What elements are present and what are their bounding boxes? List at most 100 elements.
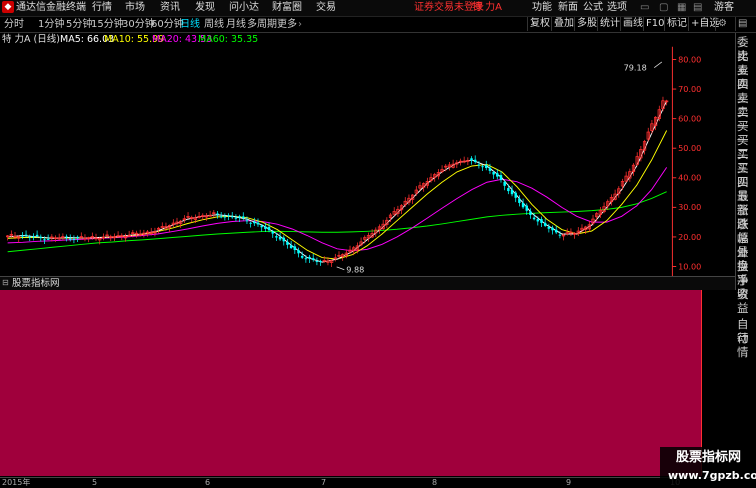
multi-stock-button[interactable]: 多股 <box>574 17 599 31</box>
period-tab-daily[interactable]: 日线 <box>180 18 200 31</box>
menu-item-discover[interactable]: 发现 <box>195 1 215 15</box>
candle-body <box>514 192 517 198</box>
menu-item-trade[interactable]: 交易 <box>316 1 336 15</box>
period-tab-intraday[interactable]: 分时 <box>4 18 24 31</box>
quote-panel-item: 收益 <box>737 287 749 315</box>
period-tab-monthly[interactable]: 月线 <box>226 18 246 31</box>
f10-button[interactable]: F10 <box>643 17 666 31</box>
price-tick-label: 70.00 <box>678 84 701 94</box>
candle-body <box>540 219 543 223</box>
menu-item-ask[interactable]: 问小达 <box>229 1 259 15</box>
candle-body <box>76 236 79 238</box>
kline-chart[interactable]: 80.00 70.00 60.00 50.00 40.00 30.00 20.00 10.00… <box>0 33 703 293</box>
candle-body <box>510 189 514 195</box>
draw-line-button[interactable]: 画线 <box>620 17 645 31</box>
candle-body <box>529 211 532 215</box>
toggle-panel-icon[interactable]: ▤ <box>735 17 749 31</box>
candle-body <box>525 205 528 211</box>
candle-body <box>532 217 536 220</box>
low-price-label: 9.88 <box>346 265 364 275</box>
candle-body <box>216 213 219 215</box>
candle-body <box>492 171 495 175</box>
candle-body <box>518 198 521 203</box>
period-tab-15min[interactable]: 15分钟 <box>91 18 124 31</box>
sub-indicator-panel[interactable] <box>0 290 701 476</box>
candle-body <box>315 261 319 263</box>
quote-side-panel: 委比 卖五 卖四 卖三 卖二 卖一 买一 买二 买三 买四 买五 最新 涨跌 涨幅 总量 外盘 换手 净资 收益 自动… <box>735 33 756 477</box>
period-tab-1min[interactable]: 1分钟 <box>38 18 64 31</box>
period-tab-60min[interactable]: 60分钟 <box>151 18 184 31</box>
menu-item-options[interactable]: 选项 <box>607 1 627 15</box>
candle-body <box>499 175 503 181</box>
restore-icon[interactable]: ▢ <box>659 1 668 15</box>
candle-body <box>43 239 46 241</box>
menu-item-market[interactable]: 市场 <box>125 1 145 15</box>
candle-body <box>300 255 304 258</box>
menu-item-new[interactable]: 新面 <box>558 1 578 15</box>
price-tick-label: 10.00 <box>678 261 701 271</box>
candle-body <box>503 181 506 186</box>
tile-icon[interactable]: ▤ <box>693 1 702 15</box>
sub-indicator-header: ⊟ 股票指标网 <box>0 276 735 290</box>
candle-body <box>536 219 540 222</box>
guest-label[interactable]: 游客 <box>714 1 734 15</box>
candle-body <box>227 215 230 217</box>
candle-body <box>230 216 234 218</box>
watermark: 股票指标网 www.7gpzb.com <box>660 447 756 487</box>
restore-rights-button[interactable]: 复权 <box>527 17 552 31</box>
price-tick-label: 30.00 <box>678 202 701 212</box>
price-tick-label: 80.00 <box>678 54 701 64</box>
candle-body <box>242 216 245 219</box>
more-chevron-icon[interactable]: › <box>298 18 302 31</box>
candle-body <box>521 202 525 208</box>
menu-bar: ◆ 通达信金融终端 行情 市场 资讯 发现 问小达 财富圈 交易 证券交易未登录… <box>0 0 756 17</box>
menu-item-news[interactable]: 资讯 <box>160 1 180 15</box>
candle-body <box>286 241 289 245</box>
collapse-icon[interactable]: ⊟ <box>2 278 9 287</box>
settings-icon[interactable]: ⚙ <box>715 17 729 31</box>
candle-body <box>551 227 554 231</box>
candle-body <box>308 256 311 259</box>
candle-body <box>297 250 300 254</box>
menu-item-function[interactable]: 功能 <box>532 1 552 15</box>
candle-body <box>32 236 35 238</box>
candle-body <box>65 236 68 238</box>
minimize-icon[interactable]: ▭ <box>640 1 649 15</box>
period-tab-5min[interactable]: 5分钟 <box>66 18 92 31</box>
period-tab-30min[interactable]: 30分钟 <box>122 18 155 31</box>
period-tab-more[interactable]: 更多 <box>277 18 297 31</box>
candle-body <box>547 226 551 229</box>
candle-body <box>282 237 286 242</box>
candle-body <box>293 246 297 251</box>
candle-body <box>234 217 238 219</box>
candle-body <box>554 229 558 233</box>
quote-panel-item[interactable]: 行情 <box>737 331 756 359</box>
candle-body <box>68 238 72 240</box>
candle-body <box>543 222 547 226</box>
high-price-label: 79.18 <box>624 63 647 73</box>
menu-item-formula[interactable]: 公式 <box>583 1 603 15</box>
candle-body <box>289 245 293 249</box>
sub-indicator-title[interactable]: 股票指标网 <box>12 277 60 290</box>
candle-body <box>470 158 473 161</box>
candle-body <box>488 167 492 171</box>
candle-body <box>238 216 241 218</box>
candle-body <box>72 238 76 240</box>
candle-body <box>473 159 477 162</box>
period-tab-multi[interactable]: 多周期 <box>247 18 277 31</box>
watermark-url: www.7gpzb.com <box>668 469 756 482</box>
layout-icon[interactable]: ▦ <box>677 1 686 15</box>
price-tick-label: 40.00 <box>678 173 701 183</box>
menu-item-quotes[interactable]: 行情 <box>92 1 112 15</box>
current-stock-badge: 特 力A <box>472 2 503 13</box>
candle-body <box>219 216 223 218</box>
mark-button[interactable]: 标记 <box>664 17 689 31</box>
statistics-button[interactable]: 统计 <box>597 17 622 31</box>
overlay-button[interactable]: 叠加 <box>551 17 576 31</box>
candle-body <box>311 258 315 260</box>
period-tab-weekly[interactable]: 周线 <box>204 18 224 31</box>
menu-item-wealth[interactable]: 财富圈 <box>272 1 302 15</box>
watermark-title: 股票指标网 <box>676 450 742 465</box>
candle-body <box>267 227 271 231</box>
candle-body <box>304 258 308 260</box>
